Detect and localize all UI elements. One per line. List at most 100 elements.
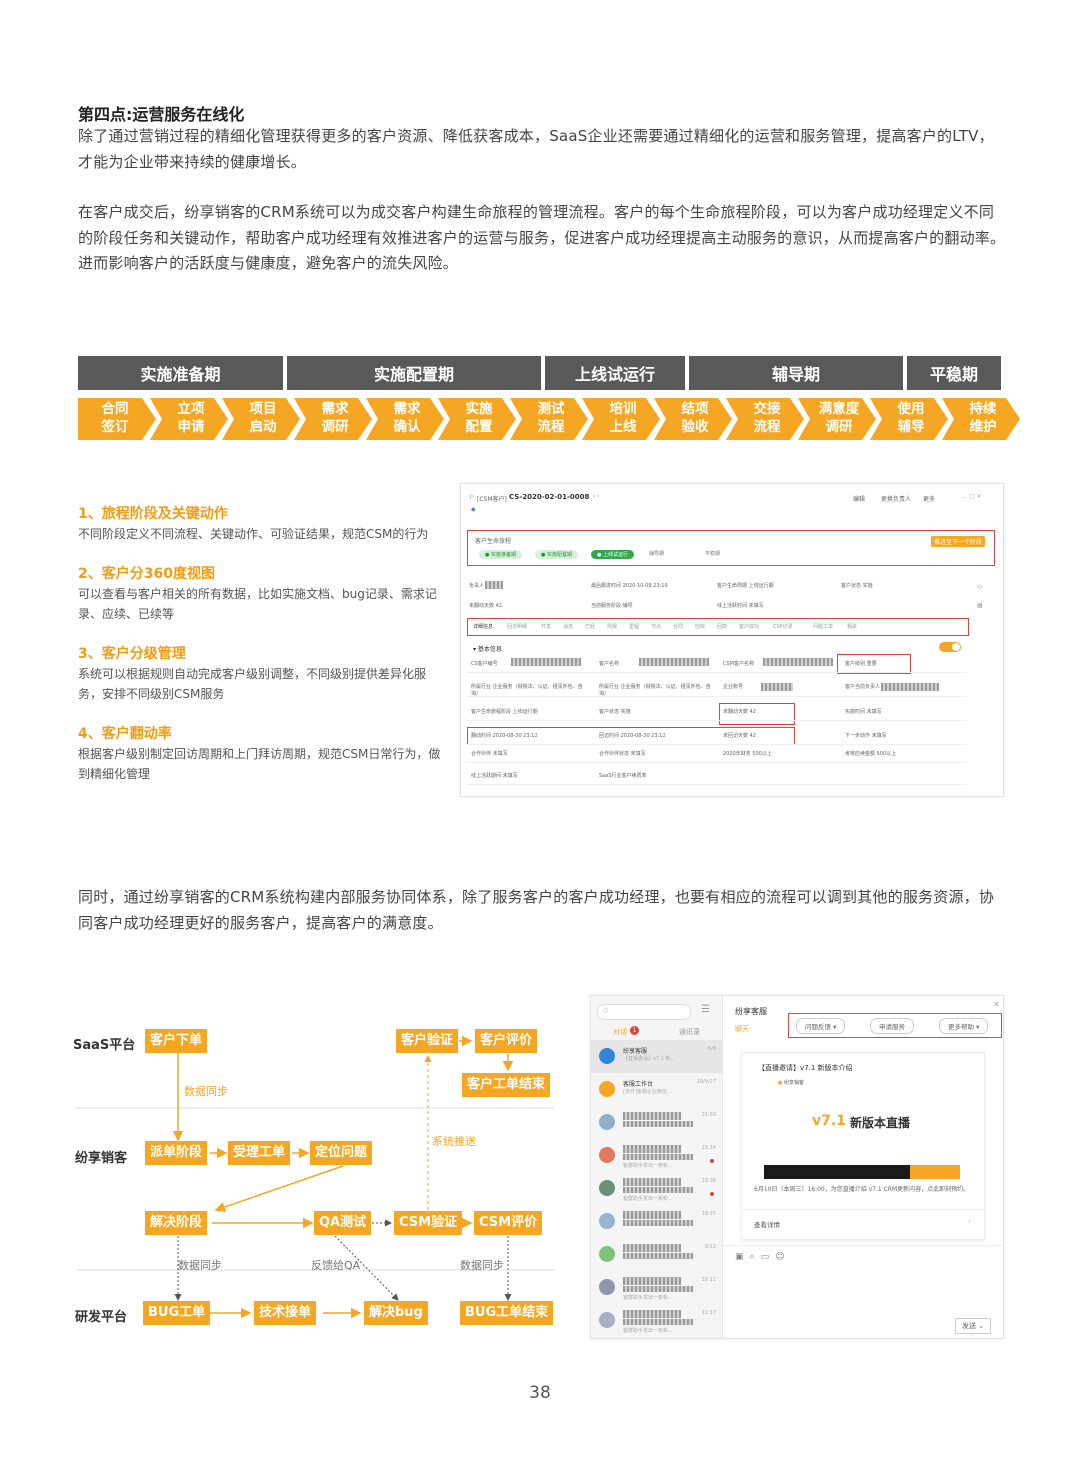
label-system-push: 系统推送 — [432, 1135, 476, 1148]
card-desc: 6月10日（本周三）16:00，为您直播介绍 v7.1 CRM更新内容，点此即刻… — [754, 1186, 970, 1193]
chat-list-item[interactable]: 23:34 客群助手发出一条新... — [591, 1139, 722, 1172]
box-customer-rate: 客户评价 — [475, 1029, 538, 1053]
chat-subtab[interactable]: 聊天 — [735, 1024, 749, 1034]
chat-list-item[interactable]: 18:25 — [591, 1205, 722, 1238]
attach-icon[interactable]: ⌕ — [750, 1252, 761, 1262]
chat-list-item[interactable]: 16:11 客群助手发出一条新... — [591, 1271, 722, 1304]
box-tech-accept: 技术接单 — [254, 1301, 317, 1325]
chat-list-item[interactable]: 纷享客服 6/8 【直播邀请】v7.1 新... — [591, 1040, 722, 1073]
redacted-name — [623, 1220, 693, 1226]
search-icon: ○ — [603, 1007, 609, 1014]
chat-list-item[interactable]: 11:17 客群助手发出一条新... — [591, 1304, 722, 1337]
lane-rnd: 研发平台 — [75, 1310, 128, 1325]
lane-saas: SaaS平台 — [73, 1038, 136, 1053]
box-dispatch: 派单阶段 — [145, 1141, 208, 1165]
label-data-sync-2: 数据同步 — [178, 1259, 222, 1272]
send-label: 发送 — [962, 1322, 976, 1330]
card-link[interactable]: 查看详情 — [754, 1219, 780, 1229]
box-resolve-stage: 解决阶段 — [145, 1211, 208, 1235]
box-qa-test: QA测试 — [314, 1211, 372, 1235]
page-number: 38 — [529, 1383, 551, 1403]
redacted-name — [623, 1253, 693, 1259]
avatar — [599, 1114, 615, 1130]
unread-dot — [710, 1192, 714, 1196]
box-customer-ticket-closed: 客户工单结束 — [462, 1073, 551, 1097]
redacted-name — [623, 1187, 693, 1193]
chat-screenshot: ○ ☰ 对话 1 通讯录 纷享客服 聊天 ✕ 问题反馈 ▾ 申请服务 更多帮助 … — [590, 995, 1004, 1339]
chat-preview: 客群助手发出一条新... — [623, 1328, 673, 1334]
redacted-name — [623, 1319, 693, 1325]
avatar — [599, 1213, 615, 1229]
chat-list-item[interactable]: 客服工作台 19/9/27 [文件]客服企业微信... — [591, 1073, 722, 1106]
folder-icon[interactable]: ▭ — [761, 1252, 776, 1262]
lane-fxiaoke: 纷享销客 — [75, 1151, 128, 1166]
redacted-name — [623, 1154, 693, 1160]
unread-dot — [710, 1159, 714, 1163]
image-icon[interactable]: ▣ — [735, 1252, 750, 1262]
chat-preview: 客群助手发出一条新... — [623, 1196, 673, 1202]
more-help-button-label: 更多帮助 — [948, 1023, 974, 1031]
feedback-button[interactable]: 问题反馈 ▾ — [796, 1018, 846, 1034]
box-csm-rate: CSM评价 — [474, 1211, 543, 1235]
chat-time: 21:50 — [701, 1112, 716, 1118]
chat-time: 19:36 — [701, 1178, 716, 1184]
avatar — [599, 1048, 615, 1064]
feedback-button-label: 问题反馈 — [805, 1023, 831, 1031]
label-feedback-qa: 反馈给QA — [311, 1259, 361, 1272]
avatar — [599, 1246, 615, 1262]
label-data-sync-3: 数据同步 — [460, 1259, 504, 1272]
box-locate-issue: 定位问题 — [310, 1141, 373, 1165]
redacted-name — [623, 1178, 681, 1186]
more-help-button[interactable]: 更多帮助 ▾ — [939, 1018, 989, 1034]
chat-list-item[interactable]: 19:36 客群助手发出一条新... — [591, 1172, 722, 1205]
redacted-name — [623, 1286, 693, 1292]
chat-preview: [文件]客服企业微信... — [623, 1089, 672, 1095]
chat-time: 19/9/27 — [696, 1079, 716, 1085]
chat-time: 6/8 — [707, 1046, 716, 1052]
emoji-icon[interactable]: ☺ — [775, 1252, 790, 1262]
box-bug-ticket: BUG工单 — [143, 1301, 211, 1325]
card-version: v7.1 — [812, 1113, 846, 1129]
composer-toolbar: ▣⌕▭☺ — [735, 1252, 790, 1262]
box-fix-bug: 解决bug — [364, 1301, 428, 1325]
chat-name: 客服工作台 — [623, 1081, 654, 1088]
avatar — [599, 1180, 615, 1196]
chat-time: 23:34 — [701, 1145, 716, 1151]
box-bug-ticket-closed: BUG工单结束 — [460, 1301, 554, 1325]
request-service-button[interactable]: 申请服务 — [870, 1018, 914, 1034]
avatar — [599, 1081, 615, 1097]
avatar — [599, 1147, 615, 1163]
chat-preview: 【直播邀请】v7.1 新... — [623, 1056, 676, 1062]
chat-time: 16:11 — [701, 1277, 716, 1283]
card-headline: 新版本直播 — [850, 1116, 911, 1130]
avatar — [599, 1312, 615, 1328]
card-title: 【直播邀请】v7.1 新版本介绍 — [758, 1064, 853, 1072]
box-accept-ticket: 受理工单 — [228, 1141, 291, 1165]
redacted-name — [623, 1121, 693, 1127]
chat-list-item[interactable]: 9/12 — [591, 1238, 722, 1271]
chat-preview: 客群助手发出一条新... — [623, 1295, 673, 1301]
redacted-name — [623, 1145, 681, 1153]
redacted-name — [623, 1244, 681, 1252]
tab-conversations[interactable]: 对话 — [613, 1027, 627, 1037]
menu-icon[interactable]: ☰ — [701, 1004, 710, 1015]
unread-badge: 1 — [630, 1026, 639, 1035]
chat-time: 11:17 — [701, 1310, 716, 1316]
redacted-name — [623, 1310, 681, 1318]
card-banner — [764, 1165, 960, 1179]
chat-name: 纷享客服 — [623, 1048, 648, 1055]
chevron-right-icon: › — [968, 1217, 972, 1226]
redacted-name — [623, 1112, 681, 1120]
chat-list-item[interactable]: 21:50 — [591, 1106, 722, 1139]
label-data-sync-1: 数据同步 — [184, 1085, 228, 1098]
card-brand-label: 纷享销客 — [783, 1080, 804, 1086]
redacted-name — [623, 1211, 681, 1219]
chat-search-input[interactable]: ○ — [597, 1004, 691, 1020]
send-button[interactable]: 发送 ⌄ — [955, 1318, 992, 1334]
chat-header-title: 纷享客服 — [735, 1007, 767, 1016]
box-customer-verify: 客户验证 — [396, 1029, 459, 1053]
tab-contacts[interactable]: 通讯录 — [679, 1027, 700, 1037]
card-brand: ● 纷享销客 — [778, 1079, 804, 1086]
live-invite-card[interactable]: 【直播邀请】v7.1 新版本介绍 ● 纷享销客 v7.1 新版本直播 6月10日… — [741, 1052, 985, 1240]
close-icon[interactable]: ✕ — [993, 1000, 1000, 1009]
